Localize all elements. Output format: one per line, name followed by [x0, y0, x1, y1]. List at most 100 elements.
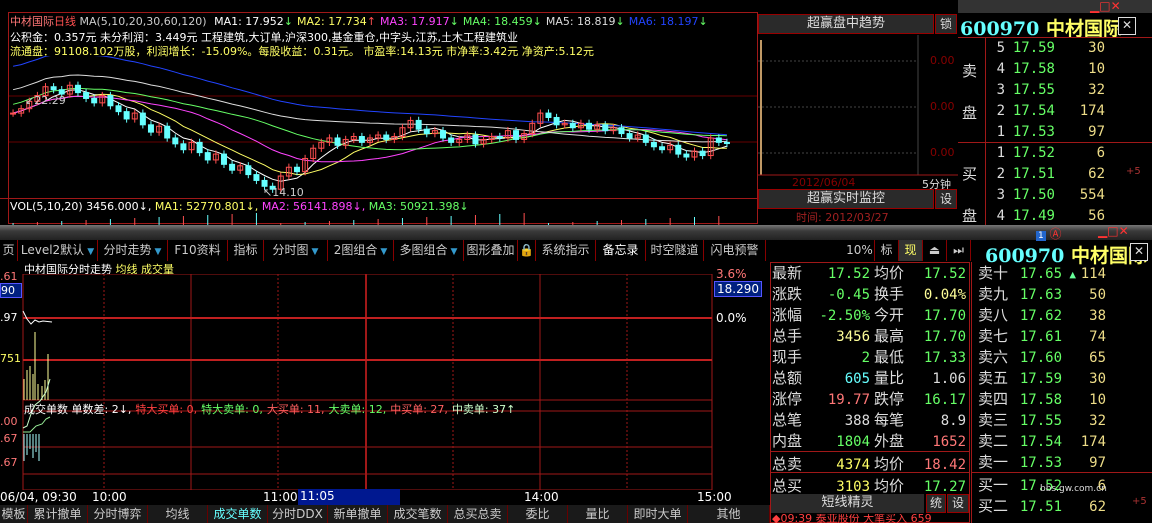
toolbar-item[interactable]: 多图组合 ▼: [394, 240, 464, 261]
mark-button[interactable]: 标: [875, 240, 899, 261]
ma-label: MA3: 17.917: [379, 15, 450, 28]
toolbar-item[interactable]: 页: [0, 240, 18, 261]
sell-level[interactable]: 5 17.59 30: [987, 38, 1107, 59]
window-separator[interactable]: [0, 225, 1152, 240]
bottom-tab[interactable]: 总买总卖: [448, 505, 508, 523]
kline-candles[interactable]: [9, 56, 757, 198]
stat-row: 总笔 388 每笔 8.9: [772, 410, 970, 431]
left-scale: .61: [0, 270, 18, 283]
volume: 74: [1089, 329, 1107, 345]
bottom-tab[interactable]: 成交笔数: [388, 505, 448, 523]
panel-up-icon[interactable]: ⏏: [923, 240, 947, 261]
sell-level[interactable]: 卖九 17.63 50: [978, 284, 1118, 305]
stat-value: 17.70: [923, 329, 967, 345]
sell-level[interactable]: 卖一 17.53 97: [978, 452, 1118, 473]
toolbar-item[interactable]: 2图组合 ▼: [328, 240, 394, 261]
stat-label: 现手: [772, 348, 803, 366]
dropdown-icon[interactable]: ▼: [380, 247, 387, 257]
bottom-tab[interactable]: 模板: [0, 505, 28, 523]
sell-level[interactable]: 3 17.55 32: [987, 80, 1107, 101]
candle: [723, 141, 730, 145]
stat-label: 总手: [772, 327, 803, 345]
current-button[interactable]: 现: [899, 240, 923, 261]
sell-level[interactable]: 卖十 17.65 ▲ 114: [978, 263, 1118, 284]
buy-level[interactable]: 1 17.52 6: [987, 143, 1107, 164]
level-label: 卖十: [978, 264, 1009, 282]
toolbar-item[interactable]: 指标: [228, 240, 264, 261]
sprite-stat-button[interactable]: 统: [926, 494, 946, 513]
dropdown-icon[interactable]: ▼: [155, 247, 162, 257]
dropdown-icon[interactable]: ▼: [312, 247, 319, 257]
sprite-settings-button[interactable]: 设: [947, 494, 969, 513]
sell-level[interactable]: 卖八 17.62 38: [978, 305, 1118, 326]
sell-level[interactable]: 2 17.54 174: [987, 101, 1107, 122]
bottom-tab[interactable]: 新单撤单: [328, 505, 388, 523]
level-number: 2: [996, 103, 1005, 119]
window-controls[interactable]: ▁□✕: [1098, 224, 1129, 238]
toolbar-item[interactable]: 图形叠加: [464, 240, 518, 261]
candle: [123, 111, 130, 120]
stat-label: 换手: [874, 285, 905, 303]
toolbar-item[interactable]: 系统指示: [536, 240, 596, 261]
candle: [659, 146, 666, 151]
buy-level[interactable]: 2 17.51 62: [987, 164, 1107, 185]
up-arrow-icon: ▲: [1069, 268, 1077, 281]
dropdown-icon[interactable]: ▼: [87, 247, 94, 257]
toolbar-label: F10资料: [174, 243, 221, 257]
bottom-tab[interactable]: 分时DDX: [268, 505, 328, 523]
bottom-tab[interactable]: 即时大单: [628, 505, 688, 523]
bottom-tab[interactable]: 均线: [148, 505, 208, 523]
buy-level[interactable]: 4 17.49 56: [987, 206, 1107, 227]
more-levels[interactable]: +5: [1132, 496, 1147, 507]
more-levels[interactable]: +5: [1126, 166, 1141, 177]
candle: [358, 136, 365, 143]
ma-label: MA5: 18.819: [545, 15, 616, 28]
panel-next-icon[interactable]: ⏭: [947, 240, 971, 261]
close-icon[interactable]: ✕: [1130, 243, 1148, 261]
candle: [180, 143, 187, 151]
level-label: 卖四: [978, 390, 1009, 408]
sell-level[interactable]: 卖七 17.61 74: [978, 326, 1118, 347]
toolbar-item[interactable]: 🔒: [518, 240, 536, 261]
sell-level[interactable]: 卖三 17.55 32: [978, 410, 1118, 431]
volume: 38: [1089, 308, 1107, 324]
toolbar-item[interactable]: F10资料: [168, 240, 228, 261]
buy-level[interactable]: 买二 17.51 62: [978, 496, 1118, 517]
bottom-tab[interactable]: 累计撤单: [28, 505, 88, 523]
bottom-tab[interactable]: 量比: [568, 505, 628, 523]
bottom-tab[interactable]: 成交单数: [208, 505, 268, 523]
buy-level[interactable]: 3 17.50 554: [987, 185, 1107, 206]
monitor-settings-button[interactable]: 设: [935, 189, 957, 209]
sell-level[interactable]: 1 17.53 97: [987, 122, 1107, 143]
toolbar-item[interactable]: 分时走势 ▼: [98, 240, 168, 261]
dropdown-icon[interactable]: ▼: [451, 247, 458, 257]
sell-level[interactable]: 4 17.58 10: [987, 59, 1107, 80]
bottom-tab[interactable]: 分时博弈: [88, 505, 148, 523]
price: 17.53: [1012, 124, 1055, 140]
level-number: 4: [996, 61, 1005, 77]
window-controls[interactable]: ▁□✕: [1090, 0, 1121, 12]
price: 17.55: [1012, 82, 1055, 98]
toolbar-item[interactable]: 分时图 ▼: [264, 240, 328, 261]
zoom-level[interactable]: 10%: [845, 240, 875, 261]
bottom-tab[interactable]: 委比: [508, 505, 568, 523]
monitor-icon[interactable]: 1 Ⓐ: [1036, 225, 1062, 242]
sell-level[interactable]: 卖四 17.58 10: [978, 389, 1118, 410]
lock-button[interactable]: 锁: [935, 14, 957, 34]
sell-level[interactable]: 卖六 17.60 65: [978, 347, 1118, 368]
candle: [642, 134, 649, 143]
toolbar-item[interactable]: 备忘录: [596, 240, 646, 261]
toolbar-item[interactable]: 闪电预警: [704, 240, 766, 261]
close-icon[interactable]: ✕: [1118, 17, 1136, 35]
toolbar-item[interactable]: 时空隧道: [646, 240, 704, 261]
level-number: 4: [996, 208, 1005, 224]
sub-scale: .67: [0, 456, 18, 469]
sell-level[interactable]: 卖二 17.54 174: [978, 431, 1118, 452]
sprite-item[interactable]: ◆09:39 泰亚股份 大笔买入 659: [772, 514, 932, 523]
sell-level[interactable]: 卖五 17.59 30: [978, 368, 1118, 389]
volume: 32: [1089, 413, 1107, 429]
intraday-chart[interactable]: [0, 274, 770, 490]
bottom-tab[interactable]: 其他: [688, 505, 770, 523]
toolbar-item[interactable]: Level2默认 ▼: [18, 240, 98, 261]
volume: 30: [1088, 40, 1105, 56]
